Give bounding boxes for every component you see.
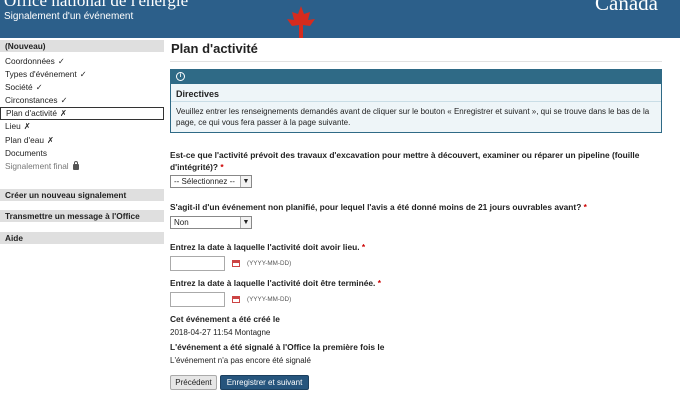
page-title: Plan d'activité [170,40,662,62]
start-date-input[interactable] [170,256,225,271]
sidebar: (Nouveau) Coordonnées ✓ Types d'événement… [0,40,164,173]
directives-heading: Directives [171,84,661,102]
sidebar-item-label: Signalement final [5,160,69,171]
sidebar-item-label: Plan d'eau [5,134,44,145]
created-value: 2018-04-27 11:54 Montagne [170,328,271,337]
reported-value: L'événement n'a pas encore été signalé [170,356,311,365]
org-name: Office national de l'énergie [4,0,189,10]
excavation-select[interactable]: -- Sélectionnez -- ▼ [170,175,252,188]
unplanned-event-select[interactable]: Non ▼ [170,216,252,229]
calendar-icon[interactable] [232,296,240,303]
chevron-down-icon: ▼ [240,176,251,187]
sidebar-item-label: Société [5,82,33,93]
date-format-hint: (YYYY-MM-DD) [247,260,292,267]
q1-label: Est-ce que l'activité prévoit des travau… [170,150,640,172]
sidebar-item-label: Plan d'activité [6,108,57,119]
required-marker: * [583,202,587,212]
sidebar-item-circonstances[interactable]: Circonstances ✓ [0,94,164,107]
sidebar-item-label: Documents [5,147,47,158]
q4-label: Entrez la date à laquelle l'activité doi… [170,278,381,288]
previous-button[interactable]: Précédent [170,375,217,390]
sidebar-section-creer[interactable]: Créer un nouveau signalement [0,189,164,201]
reported-label: L'événement a été signalé à l'Office la … [170,342,385,352]
date-format-hint: (YYYY-MM-DD) [247,296,292,303]
sidebar-item-documents[interactable]: Documents [0,147,164,160]
info-icon: i [176,72,185,81]
required-marker: * [377,278,381,288]
sidebar-item-types-evenement[interactable]: Types d'événement ✓ [0,68,164,81]
end-date-input[interactable] [170,292,225,307]
save-and-next-button[interactable]: Enregistrer et suivant [220,375,309,390]
sidebar-item-plan-activite[interactable]: Plan d'activité ✗ [0,107,164,121]
check-icon: ✓ [57,56,65,66]
q3-label: Entrez la date à laquelle l'activité doi… [170,242,366,252]
required-marker: * [361,242,366,252]
cross-icon: ✗ [46,134,54,145]
sidebar-item-societe[interactable]: Société ✓ [0,81,164,94]
maple-leaf-icon [287,6,315,38]
directives-text: Veuillez entrer les renseignements deman… [176,107,650,127]
sidebar-item-label: Lieu [5,121,21,132]
sidebar-section-transmettre[interactable]: Transmettre un message à l'Office [0,210,164,222]
sidebar-item-coordonnees[interactable]: Coordonnées ✓ [0,55,164,68]
sidebar-item-label: Coordonnées [5,56,55,66]
check-icon: ✓ [35,82,43,93]
page-subtitle: Signalement d'un événement [4,11,134,22]
required-marker: * [220,161,224,172]
site-header: Office national de l'énergie Signalement… [0,0,680,38]
sidebar-heading: (Nouveau) [0,40,164,52]
sidebar-item-plan-eau[interactable]: Plan d'eau ✗ [0,134,164,147]
main-content: Plan d'activité i Directives Veuillez en… [170,40,662,133]
canada-wordmark: Canada [595,0,658,15]
directives-panel: i Directives Veuillez entrer les renseig… [170,69,662,133]
lock-icon [72,160,79,170]
check-icon: ✓ [79,69,87,80]
cross-icon: ✗ [23,121,31,132]
sidebar-section-aide[interactable]: Aide [0,232,164,244]
created-label: Cet événement a été créé le [170,314,280,324]
sidebar-item-lieu[interactable]: Lieu ✗ [0,120,164,133]
q2-label: S'agit-il d'un événement non planifié, p… [170,202,587,212]
sidebar-item-label: Circonstances [5,95,58,106]
check-icon: ✓ [60,95,68,106]
sidebar-item-label: Types d'événement [5,69,77,80]
cross-icon: ✗ [59,108,67,119]
calendar-icon[interactable] [232,260,240,267]
sidebar-item-signalement-final: Signalement final [0,160,164,173]
chevron-down-icon: ▼ [240,217,251,228]
